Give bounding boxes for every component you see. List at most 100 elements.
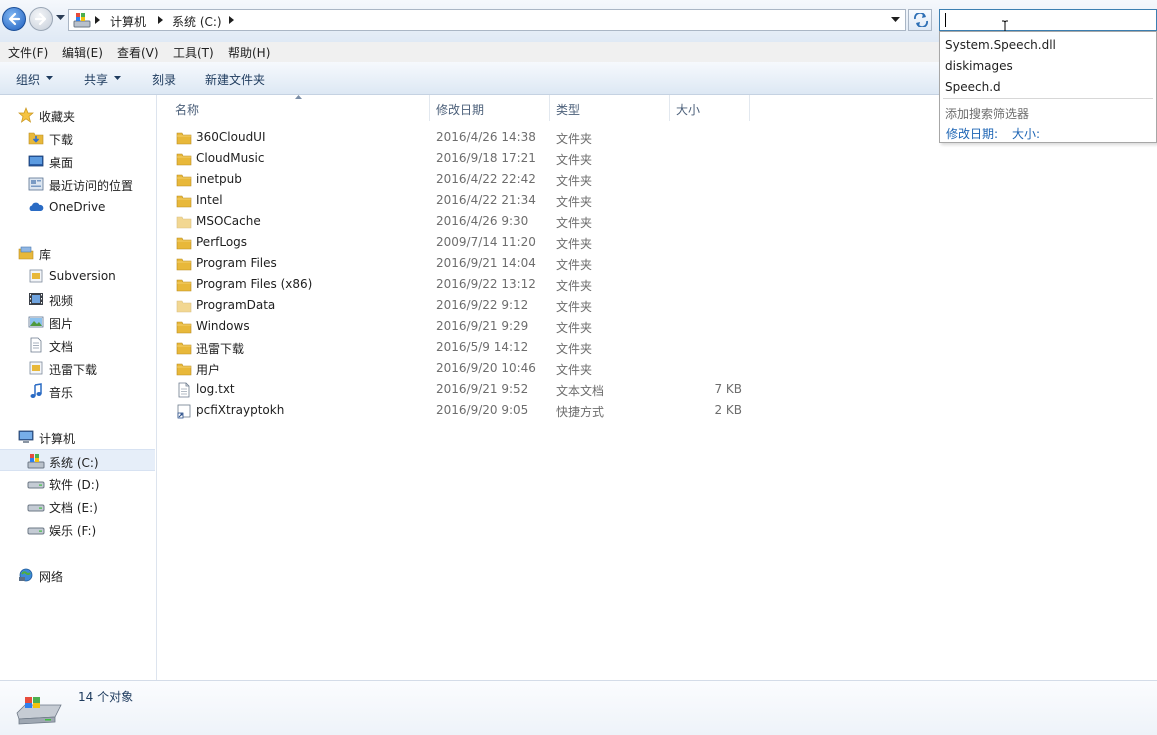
breadcrumb-arrow-icon[interactable] <box>229 16 235 24</box>
nav-item-label: 下载 <box>49 133 74 147</box>
file-name: ProgramData <box>196 298 276 312</box>
file-row[interactable]: MSOCache 2016/4/26 9:30 文件夹 <box>157 211 757 232</box>
nav-network-label: 网络 <box>39 570 64 584</box>
nav-drive-e[interactable]: 文档 (E:) <box>0 495 155 517</box>
recent-pages-chevron-down-icon[interactable] <box>56 15 65 21</box>
nav-computer[interactable]: 计算机 <box>0 426 155 448</box>
text-file-icon <box>176 382 192 401</box>
file-row[interactable]: Intel 2016/4/22 21:34 文件夹 <box>157 190 757 211</box>
back-button[interactable] <box>2 7 26 31</box>
file-row[interactable]: ProgramData 2016/9/22 9:12 文件夹 <box>157 295 757 316</box>
nav-network[interactable]: 网络 <box>0 564 155 586</box>
file-type: 文件夹 <box>556 132 593 146</box>
file-row[interactable]: CloudMusic 2016/9/18 17:21 文件夹 <box>157 148 757 169</box>
file-modified-date: 2016/5/9 14:12 <box>436 340 529 354</box>
file-modified-date: 2016/9/22 9:12 <box>436 298 529 312</box>
nav-item-documents[interactable]: 文档 <box>0 334 155 356</box>
nav-favorites[interactable]: 收藏夹 <box>0 104 155 126</box>
breadcrumb-system-c[interactable]: 系统 (C:) <box>172 13 222 30</box>
folder-icon <box>176 361 192 380</box>
menu-edit[interactable]: 编辑(E) <box>62 44 103 61</box>
computer-icon <box>18 430 34 443</box>
search-input[interactable] <box>939 9 1157 31</box>
new-folder-button[interactable]: 新建文件夹 <box>205 71 265 88</box>
file-name: log.txt <box>196 382 235 396</box>
file-type: 文件夹 <box>556 279 593 293</box>
organize-button[interactable]: 组织 <box>16 71 40 88</box>
refresh-button[interactable] <box>908 9 932 31</box>
nav-drive-c[interactable]: 系统 (C:) <box>0 449 155 471</box>
file-row[interactable]: pcfiXtrayptokh 2016/9/20 9:05 快捷方式 2 KB <box>157 400 757 421</box>
system-drive-large-icon <box>16 697 62 725</box>
nav-item-pictures[interactable]: 图片 <box>0 311 155 333</box>
nav-item-recent-places[interactable]: 最近访问的位置 <box>0 173 155 195</box>
breadcrumb-computer[interactable]: 计算机 <box>110 13 146 30</box>
address-box[interactable]: 计算机 系统 (C:) <box>68 9 906 31</box>
column-header-date[interactable]: 修改日期 <box>430 95 550 121</box>
menu-file[interactable]: 文件(F) <box>8 44 48 61</box>
file-row[interactable]: 迅雷下载 2016/5/9 14:12 文件夹 <box>157 337 757 358</box>
file-row[interactable]: 360CloudUI 2016/4/26 14:38 文件夹 <box>157 127 757 148</box>
file-modified-date: 2016/9/18 17:21 <box>436 151 536 165</box>
share-button[interactable]: 共享 <box>84 71 108 88</box>
file-name: 迅雷下载 <box>196 342 245 356</box>
nav-item-desktop[interactable]: 桌面 <box>0 150 155 172</box>
file-name: MSOCache <box>196 214 261 228</box>
nav-libraries[interactable]: 库 <box>0 242 155 264</box>
menu-help[interactable]: 帮助(H) <box>228 44 270 61</box>
library-icon <box>18 246 34 260</box>
file-size: 7 KB <box>714 382 742 396</box>
file-row[interactable]: Program Files (x86) 2016/9/22 13:12 文件夹 <box>157 274 757 295</box>
column-header-type[interactable]: 类型 <box>550 95 670 121</box>
nav-item-downloads[interactable]: 下载 <box>0 127 155 149</box>
forward-button[interactable] <box>29 7 53 31</box>
address-history-chevron-down-icon[interactable] <box>891 17 900 23</box>
item-count: 14 个对象 <box>78 690 134 704</box>
file-list: 名称 修改日期 类型 大小 360CloudUI 2016/4/26 14:38 文… <box>157 95 1157 680</box>
file-modified-date: 2016/9/22 13:12 <box>436 277 536 291</box>
nav-item-label: 图片 <box>49 317 74 331</box>
search-suggestion[interactable]: diskimages <box>945 59 1013 73</box>
download-folder-icon <box>28 132 44 145</box>
nav-drive-d[interactable]: 软件 (D:) <box>0 472 155 494</box>
recent-places-icon <box>28 177 44 191</box>
breadcrumb-arrow-icon[interactable] <box>95 16 101 24</box>
organize-chevron-down-icon[interactable] <box>46 76 53 80</box>
nav-item-music[interactable]: 音乐 <box>0 380 155 402</box>
file-row[interactable]: inetpub 2016/4/22 22:42 文件夹 <box>157 169 757 190</box>
navigation-pane: 收藏夹 下载 桌面 最近访问的位置 OneDrive 库 Subversion … <box>0 95 157 680</box>
nav-drive-f[interactable]: 娱乐 (F:) <box>0 518 155 540</box>
file-type: 文件夹 <box>556 237 593 251</box>
column-header-size[interactable]: 大小 <box>670 95 750 121</box>
dropdown-divider <box>943 98 1153 99</box>
sort-ascending-icon <box>295 95 302 99</box>
breadcrumb-arrow-icon[interactable] <box>158 16 164 24</box>
search-suggestion[interactable]: System.Speech.dll <box>945 38 1056 52</box>
column-header-name[interactable]: 名称 <box>157 95 430 121</box>
network-icon <box>19 568 33 582</box>
nav-item-subversion[interactable]: Subversion <box>0 265 155 287</box>
file-name: Program Files (x86) <box>196 277 313 291</box>
search-suggestions-dropdown: System.Speech.dll diskimages Speech.d 添加… <box>939 31 1157 143</box>
menu-tools[interactable]: 工具(T) <box>173 44 214 61</box>
nav-item-videos[interactable]: 视频 <box>0 288 155 310</box>
file-row[interactable]: Program Files 2016/9/21 14:04 文件夹 <box>157 253 757 274</box>
file-row[interactable]: log.txt 2016/9/21 9:52 文本文档 7 KB <box>157 379 757 400</box>
file-row[interactable]: 用户 2016/9/20 10:46 文件夹 <box>157 358 757 379</box>
filter-modified-date-link[interactable]: 修改日期: <box>946 125 998 142</box>
file-type: 文件夹 <box>556 258 593 272</box>
hidden-folder-icon <box>176 214 192 233</box>
drive-icon <box>27 481 45 489</box>
nav-favorites-label: 收藏夹 <box>39 110 76 124</box>
burn-button[interactable]: 刻录 <box>152 71 176 88</box>
menu-view[interactable]: 查看(V) <box>117 44 159 61</box>
nav-item-xunlei[interactable]: 迅雷下载 <box>0 357 155 379</box>
nav-item-onedrive[interactable]: OneDrive <box>0 196 155 218</box>
file-row[interactable]: Windows 2016/9/21 9:29 文件夹 <box>157 316 757 337</box>
filter-size-link[interactable]: 大小: <box>1012 125 1040 142</box>
share-chevron-down-icon[interactable] <box>114 76 121 80</box>
file-row[interactable]: PerfLogs 2009/7/14 11:20 文件夹 <box>157 232 757 253</box>
file-type: 文件夹 <box>556 195 593 209</box>
file-type: 快捷方式 <box>556 405 605 419</box>
search-suggestion[interactable]: Speech.d <box>945 80 1001 94</box>
